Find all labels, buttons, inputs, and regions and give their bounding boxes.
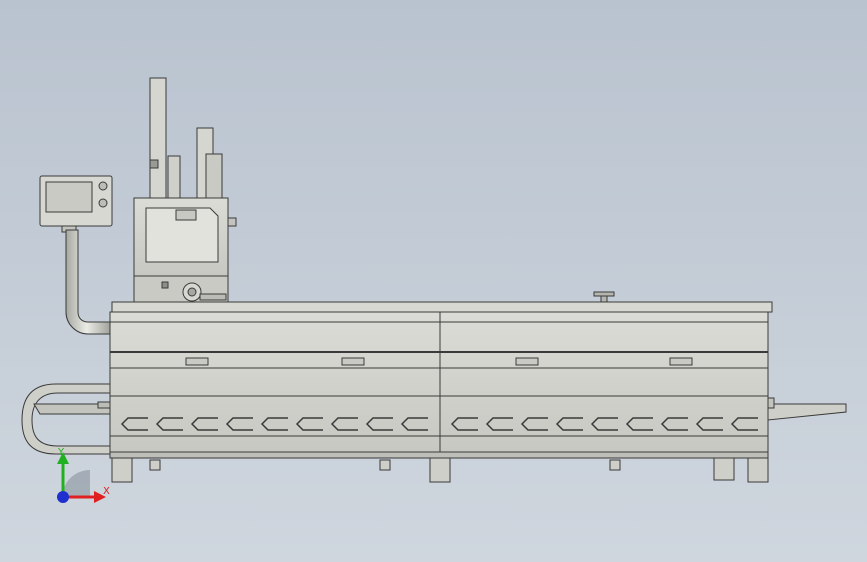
cad-viewport[interactable]: Y X [0,0,867,562]
top-knob [593,291,615,303]
y-axis-label: Y [57,447,65,458]
control-panel-monitor [39,175,113,233]
axis-triad: Y X [57,447,110,503]
table-top [111,301,773,313]
left-return-conveyor [21,383,113,455]
main-body [109,311,769,453]
z-axis-dot [57,491,69,503]
machine-base [109,451,769,483]
x-axis-label: X [103,486,110,497]
right-outfeed-conveyor [765,397,847,421]
head-unit [133,77,237,307]
monitor-support-pipe [65,229,113,335]
machine-drawing: Y X [21,77,847,503]
